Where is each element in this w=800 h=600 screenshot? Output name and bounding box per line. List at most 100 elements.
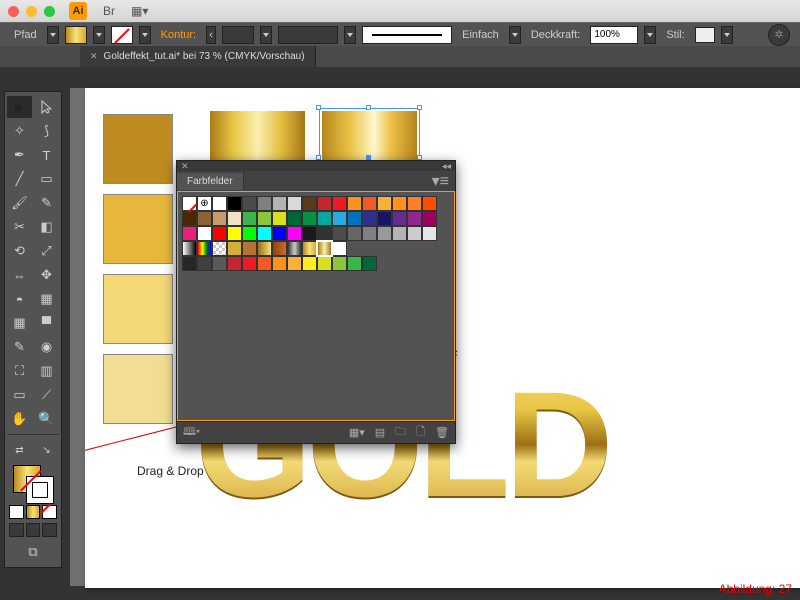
eyedropper-tool[interactable]: ✎ — [7, 336, 32, 358]
swatch[interactable] — [182, 211, 197, 226]
opacity-input[interactable] — [590, 26, 638, 44]
swatch-options-icon[interactable]: ▤ — [375, 426, 385, 439]
swatch[interactable] — [332, 196, 347, 211]
swatch[interactable] — [212, 196, 227, 211]
magic-wand-tool[interactable]: ✧ — [7, 120, 32, 142]
swatch[interactable] — [347, 196, 362, 211]
zoom-tool[interactable]: 🔍 — [34, 408, 59, 430]
swatch[interactable] — [287, 256, 302, 271]
swatch[interactable] — [272, 226, 287, 241]
mesh-tool[interactable]: ▦ — [7, 312, 32, 334]
maximize-window-button[interactable] — [44, 6, 55, 17]
swatch[interactable] — [257, 211, 272, 226]
draw-inside[interactable] — [42, 523, 57, 537]
paintbrush-tool[interactable]: 🖌 — [7, 192, 32, 214]
slice-tool[interactable]: ⟋ — [34, 384, 59, 406]
panel-drag-bar[interactable]: ✕ ◂◂ — [177, 161, 455, 171]
delete-swatch-icon[interactable]: 🗑 — [435, 426, 449, 439]
swatch[interactable] — [242, 211, 257, 226]
swatch[interactable] — [302, 211, 317, 226]
gradient-tool[interactable]: ▀ — [34, 312, 59, 334]
swatch[interactable] — [257, 241, 272, 256]
swatch[interactable] — [287, 211, 302, 226]
blend-tool[interactable]: ◉ — [34, 336, 59, 358]
stroke-weight-dropdown[interactable] — [260, 26, 272, 44]
close-tab-icon[interactable]: ✕ — [90, 51, 98, 62]
sel-handle-nw[interactable] — [316, 105, 321, 110]
swatch[interactable] — [377, 196, 392, 211]
swatch[interactable] — [362, 256, 377, 271]
artboard-tool[interactable]: ▭ — [7, 384, 32, 406]
stroke-swatch[interactable] — [111, 26, 133, 44]
swatch[interactable] — [362, 196, 377, 211]
swatch[interactable] — [302, 241, 317, 256]
opacity-dropdown[interactable] — [644, 26, 656, 44]
panel-options-button[interactable]: ✲ — [768, 24, 790, 46]
draw-behind[interactable] — [26, 523, 41, 537]
symbol-sprayer-tool[interactable]: ⛶ — [7, 360, 32, 382]
swatch[interactable] — [197, 241, 212, 256]
brush-preview[interactable] — [362, 26, 452, 44]
width-tool[interactable]: ⇔ — [7, 264, 32, 286]
swatch[interactable] — [302, 226, 317, 241]
swatch[interactable] — [227, 211, 242, 226]
new-swatch-icon[interactable]: 🗋 — [416, 423, 425, 442]
swatch[interactable] — [317, 211, 332, 226]
bridge-icon[interactable]: Br — [103, 4, 115, 18]
swatch[interactable] — [197, 196, 212, 211]
swatch[interactable] — [302, 256, 317, 271]
swatch[interactable] — [272, 196, 287, 211]
swatch[interactable] — [197, 226, 212, 241]
panel-close-icon[interactable]: ✕ — [181, 161, 189, 172]
swatches-panel[interactable]: ✕ ◂◂ Farbfelder ▾≡ 🕮▾ ▦▾ ▤ 🗀 🗋 🗑 — [176, 160, 456, 444]
pencil-tool[interactable]: ✎ — [34, 192, 59, 214]
swatch[interactable] — [332, 211, 347, 226]
show-swatch-kinds-icon[interactable]: ▦▾ — [349, 426, 365, 439]
swatch[interactable] — [227, 241, 242, 256]
swatch[interactable] — [227, 226, 242, 241]
new-color-group-icon[interactable]: 🗀 — [395, 423, 406, 442]
swatch[interactable] — [287, 226, 302, 241]
rotate-tool[interactable]: ⟲ — [7, 240, 32, 262]
minimize-window-button[interactable] — [26, 6, 37, 17]
swatches-tab[interactable]: Farbfelder — [177, 173, 244, 190]
default-fill-stroke-icon[interactable]: ↘ — [34, 439, 59, 461]
swatch[interactable] — [392, 226, 407, 241]
swatch[interactable] — [212, 226, 227, 241]
swatch[interactable] — [182, 196, 197, 211]
swatch[interactable] — [347, 226, 362, 241]
selection-type-dropdown[interactable] — [47, 26, 59, 44]
stroke-dropdown[interactable] — [139, 26, 151, 44]
swatch[interactable] — [197, 211, 212, 226]
hand-tool[interactable]: ✋ — [7, 408, 32, 430]
stroke-weight-down[interactable]: ‹ — [206, 26, 216, 44]
swatch[interactable] — [197, 256, 212, 271]
swatch[interactable] — [317, 196, 332, 211]
type-tool[interactable]: T — [34, 144, 59, 166]
swatch[interactable] — [182, 226, 197, 241]
swatch[interactable] — [302, 196, 317, 211]
pen-tool[interactable]: ✒ — [7, 144, 32, 166]
swatch[interactable] — [332, 226, 347, 241]
line-tool[interactable]: ╱ — [7, 168, 32, 190]
lasso-tool[interactable]: ⟆ — [34, 120, 59, 142]
swatch[interactable] — [362, 211, 377, 226]
direct-selection-tool[interactable] — [34, 96, 59, 118]
swatch[interactable] — [272, 211, 287, 226]
swatch[interactable] — [347, 256, 362, 271]
shape-builder-tool[interactable]: ◓ — [7, 288, 32, 310]
swatch[interactable] — [422, 226, 437, 241]
color-square-3[interactable] — [103, 274, 173, 344]
color-square-4[interactable] — [103, 354, 173, 424]
swatch[interactable] — [347, 211, 362, 226]
perspective-tool[interactable]: ▦ — [34, 288, 59, 310]
swatch[interactable] — [317, 226, 332, 241]
swatch[interactable] — [407, 211, 422, 226]
swatch[interactable] — [317, 256, 332, 271]
swatch[interactable] — [227, 196, 242, 211]
swatch[interactable] — [227, 256, 242, 271]
fill-swatch[interactable] — [65, 26, 87, 44]
var-width-profile[interactable] — [278, 26, 338, 44]
scale-tool[interactable]: ⤢ — [34, 240, 59, 262]
close-window-button[interactable] — [8, 6, 19, 17]
